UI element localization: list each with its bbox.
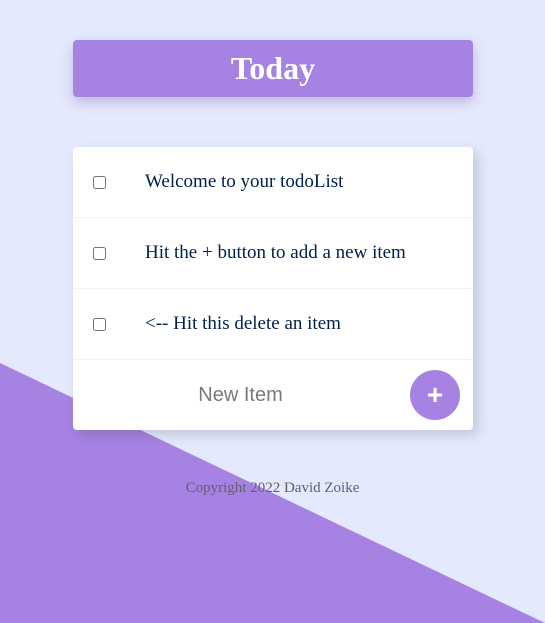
footer: Copyright 2022 David Zoike [0, 480, 545, 497]
title-banner: Today [73, 40, 473, 97]
todo-item: Welcome to your todoList [73, 147, 473, 218]
todo-item-label: Hit the + button to add a new item [145, 242, 406, 263]
todo-item-checkbox[interactable] [93, 175, 106, 189]
todo-item: Hit the + button to add a new item [73, 218, 473, 289]
page-title: Today [230, 50, 316, 86]
todo-list-card: Welcome to your todoList Hit the + butto… [73, 147, 473, 430]
todo-item-label: <-- Hit this delete an item [145, 313, 341, 334]
todo-item-checkbox[interactable] [93, 317, 106, 331]
todo-item-label: Welcome to your todoList [145, 171, 344, 192]
add-item-button[interactable]: + [410, 370, 460, 420]
new-item-input[interactable] [73, 370, 408, 420]
todo-item-checkbox[interactable] [93, 246, 106, 260]
copyright-text: Copyright 2022 David Zoike [185, 480, 360, 496]
new-item-form: + [73, 360, 473, 430]
todo-item: <-- Hit this delete an item [73, 289, 473, 360]
